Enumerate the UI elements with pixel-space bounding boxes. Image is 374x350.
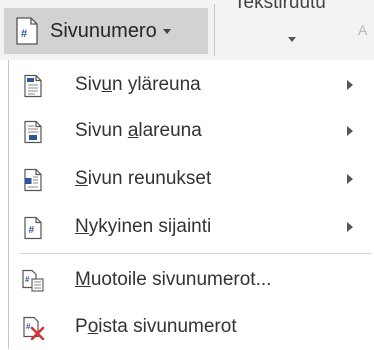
menu-item-current-position[interactable]: # Nykyinen sijainti — [9, 204, 371, 250]
menu-item-page-bottom[interactable]: Sivun alareuna — [9, 108, 371, 154]
chevron-down-icon — [288, 37, 296, 42]
submenu-arrow-icon — [347, 126, 353, 136]
textbox-label: Tekstiruutu — [234, 0, 326, 13]
chevron-down-icon — [162, 28, 171, 34]
menu-item-label: Nykyinen sijainti — [75, 216, 212, 237]
menu-item-label: Poista sivunumerot — [75, 316, 237, 337]
menu-item-label: Muotoile sivunumerot... — [75, 269, 272, 290]
menu-item-page-top[interactable]: Sivun yläreuna — [9, 62, 371, 108]
menu-item-page-margins[interactable]: Sivun reunukset — [9, 156, 371, 202]
svg-text:#: # — [21, 28, 27, 40]
menu-item-format-page-numbers[interactable]: # Muotoile sivunumerot... — [9, 257, 371, 303]
page-bottom-icon — [24, 120, 42, 144]
page-number-icon: # — [16, 17, 38, 45]
menu-item-label: Sivun alareuna — [75, 120, 202, 141]
remove-page-numbers-icon: # — [23, 316, 45, 340]
menu-item-label: Sivun reunukset — [75, 168, 212, 189]
submenu-arrow-icon — [347, 174, 353, 184]
page-number-dropdown-menu: Sivun yläreuna Sivun alareuna Sivun reun… — [8, 60, 371, 350]
ribbon: # Sivunumero Tekstiruutu A — [0, 0, 374, 60]
page-top-icon — [24, 74, 42, 98]
format-page-numbers-icon: # — [22, 269, 44, 292]
menu-item-label: Sivun yläreuna — [75, 74, 201, 95]
menu-item-remove-page-numbers[interactable]: # Poista sivunumerot — [9, 304, 371, 350]
page-number-button[interactable]: # Sivunumero — [4, 8, 208, 54]
menu-separator — [19, 253, 371, 254]
svg-text:#: # — [25, 275, 30, 284]
next-ribbon-button[interactable]: A — [358, 22, 367, 38]
page-number-label: Sivunumero — [50, 19, 157, 42]
submenu-arrow-icon — [347, 80, 353, 90]
submenu-arrow-icon — [347, 222, 353, 232]
ribbon-divider — [214, 4, 215, 56]
current-position-icon: # — [24, 216, 42, 240]
textbox-button[interactable]: Tekstiruutu — [218, 0, 356, 56]
svg-text:#: # — [26, 322, 31, 331]
svg-text:#: # — [29, 225, 35, 236]
page-margins-icon — [24, 168, 42, 192]
